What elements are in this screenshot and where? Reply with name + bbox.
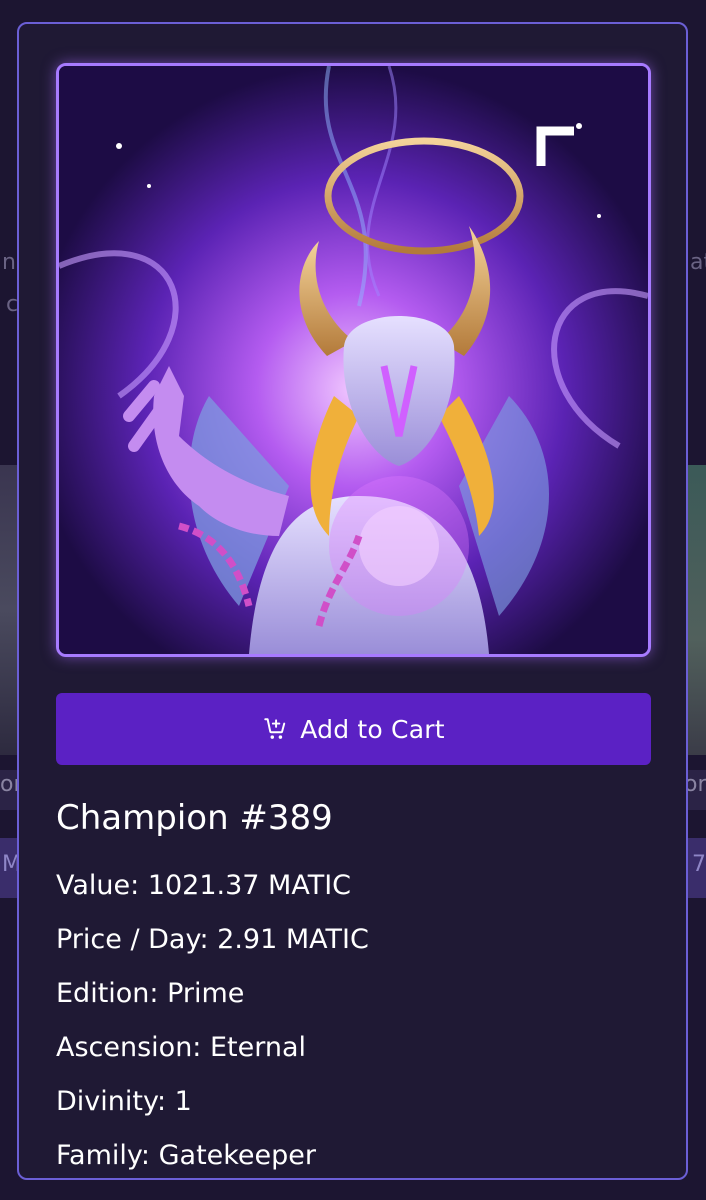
champion-artwork-image [59,66,648,654]
add-to-cart-icon [264,718,286,739]
background-text-fragment: n [2,250,16,275]
add-to-cart-label: Add to Cart [300,714,445,744]
attribute-family: Family: Gatekeeper [56,1140,317,1171]
attribute-price-per-day: Price / Day: 2.91 MATIC [56,924,369,955]
attribute-ascension: Ascension: Eternal [56,1032,307,1063]
attribute-edition: Edition: Prime [56,978,245,1009]
background-text-fragment: at [690,250,706,275]
champion-title: Champion #389 [56,798,333,838]
champion-attributes: Value: 1021.37 MATIC Price / Day: 2.91 M… [56,866,369,1178]
champion-artwork [56,63,651,657]
attribute-value: Value: 1021.37 MATIC [56,870,352,901]
attribute-divinity: Divinity: 1 [56,1086,192,1117]
champion-detail-modal: Add to Cart Champion #389 Value: 1021.37… [17,22,688,1180]
add-to-cart-button[interactable]: Add to Cart [56,693,651,765]
background-text-fragment: 7 [692,852,706,877]
